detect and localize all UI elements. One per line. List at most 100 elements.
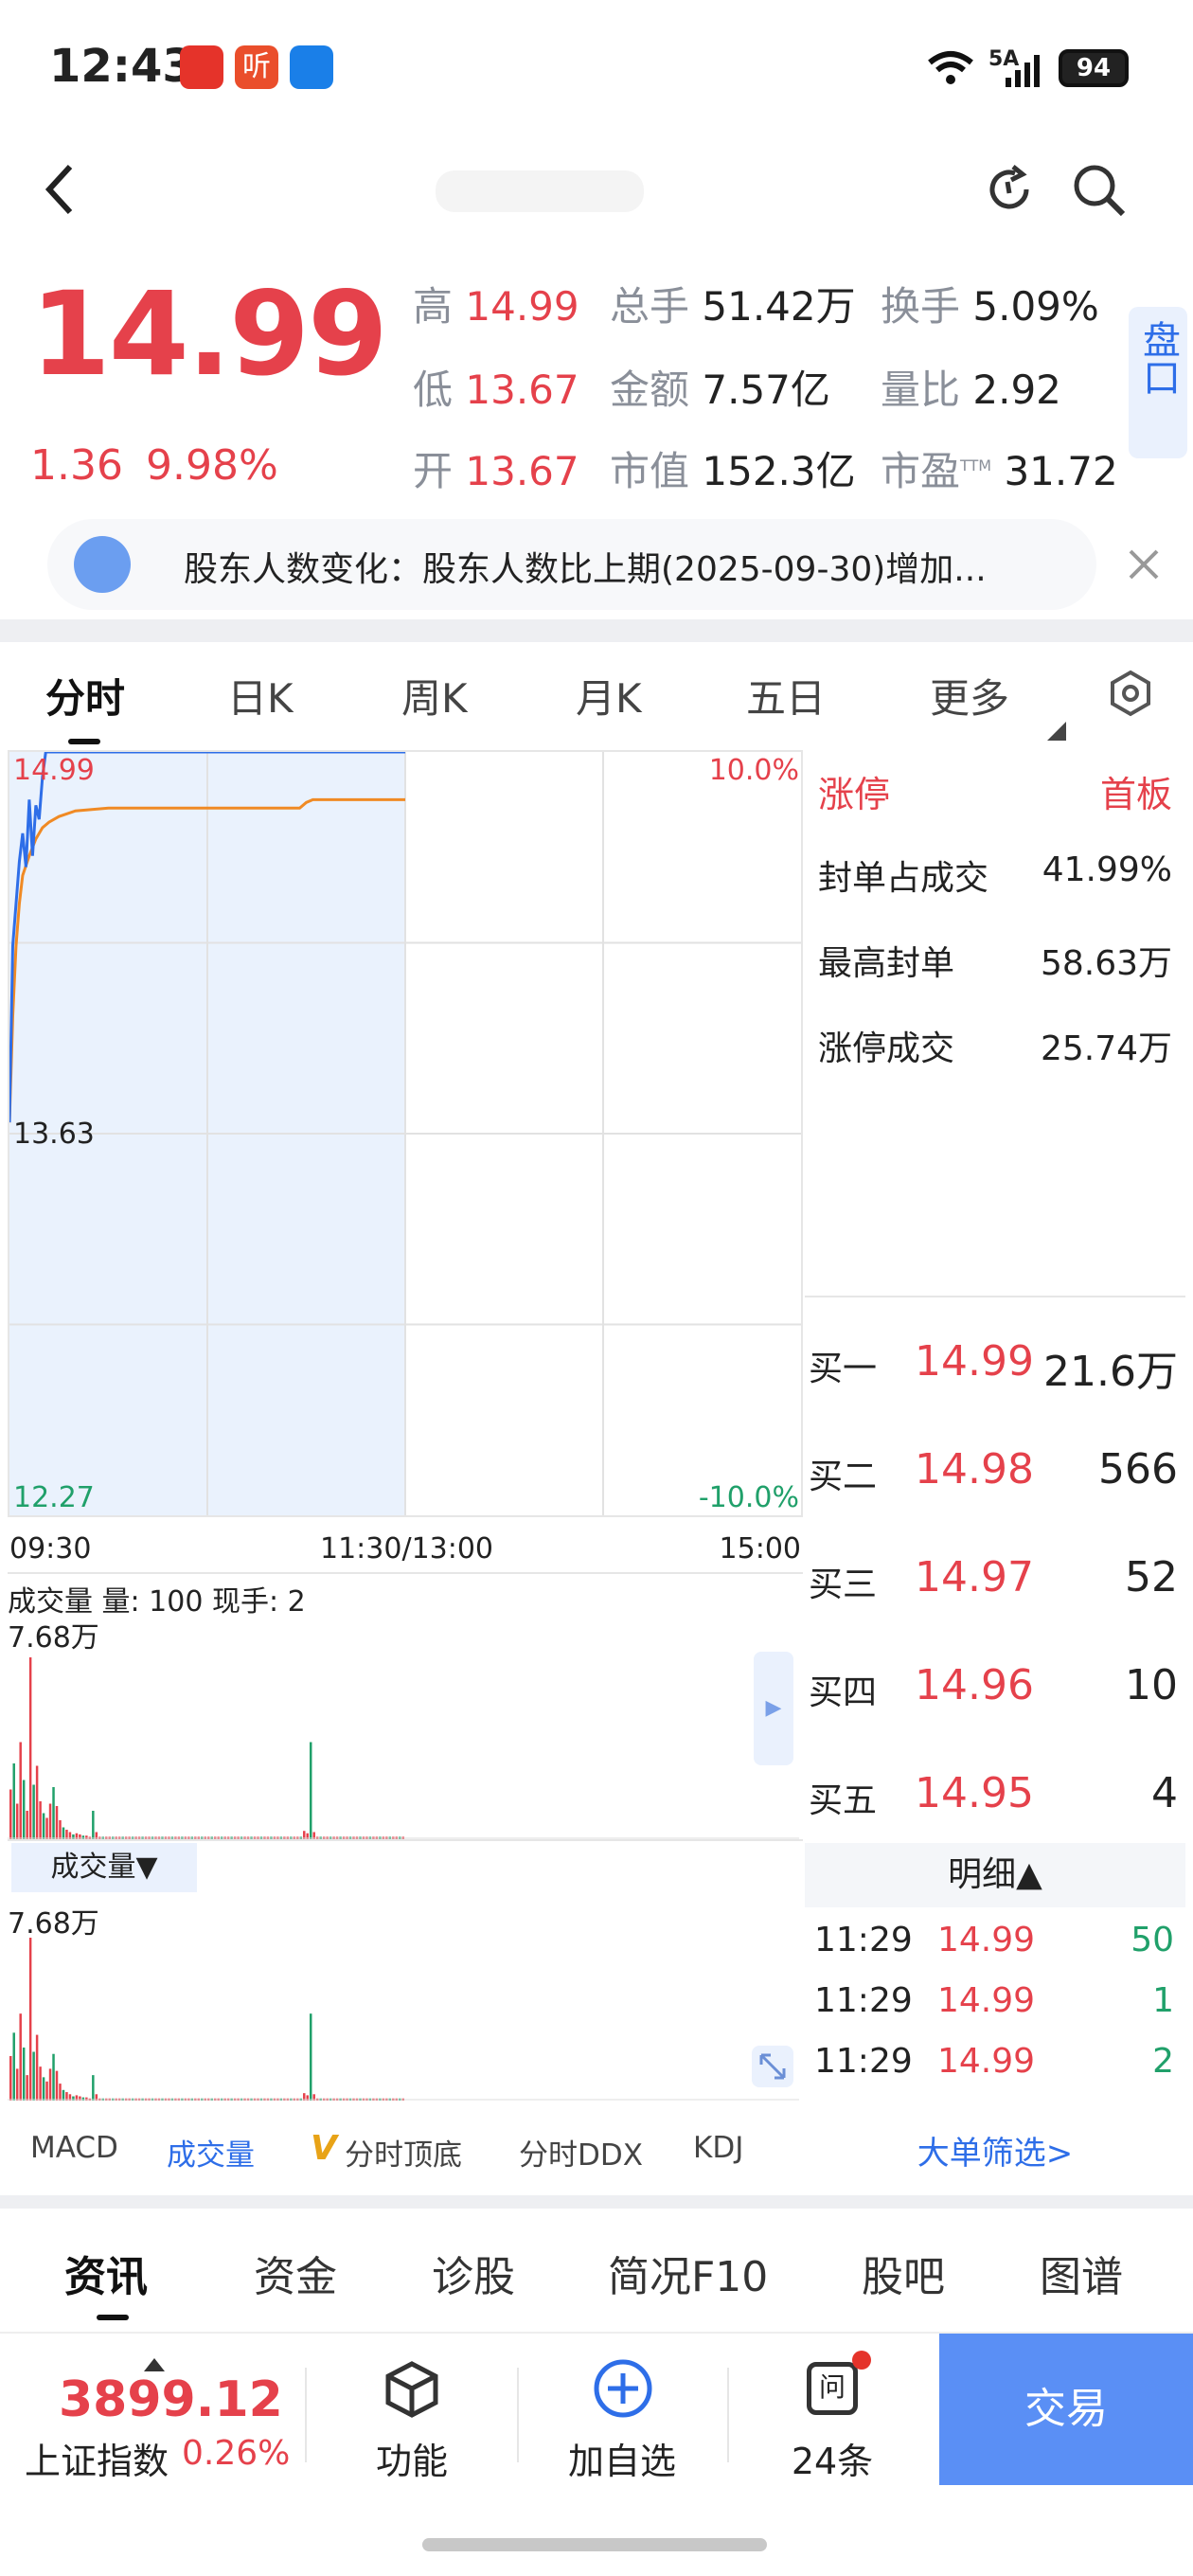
low-label: 低: [413, 367, 454, 413]
tab-forum[interactable]: 股吧: [862, 2243, 945, 2303]
wifi-icon: [928, 51, 973, 84]
detail-price: 14.99: [937, 1981, 1036, 2020]
quote-grid: 高 14.99 低 13.67 开 13.67 总手 51.42万 金额 7.5…: [413, 275, 1132, 502]
volume-bar: [52, 1787, 55, 1839]
trade-label: 交易: [1024, 2385, 1108, 2433]
volume-2-bar: [19, 2013, 22, 2101]
volume-panel-2[interactable]: 成交量▼ 7.68万: [8, 1843, 803, 2102]
add-watchlist-label: 加自选: [567, 2441, 676, 2482]
tab-intraday[interactable]: 分时: [45, 667, 125, 724]
messages-button[interactable]: 问 24条: [729, 2334, 935, 2495]
volume-2-bar: [9, 2055, 12, 2101]
tab-news[interactable]: 资讯: [64, 2243, 148, 2303]
app-notify-icon: [180, 45, 223, 89]
volume-2-bar: [12, 2032, 15, 2101]
low-value: 13.67: [465, 367, 579, 413]
volume-bar: [309, 1742, 312, 1839]
vol-ratio-value: 2.92: [972, 367, 1061, 413]
index-quote[interactable]: 3899.12 上证指数 0.26%: [0, 2334, 303, 2495]
tab-more[interactable]: 更多: [930, 667, 1009, 724]
function-button[interactable]: 功能: [309, 2334, 515, 2495]
time-midday: 11:30/13:00: [320, 1532, 494, 1565]
volume-2-bar: [26, 2075, 28, 2101]
v-badge-icon: V: [311, 2129, 337, 2168]
volume-bar: [35, 1765, 39, 1839]
volume-bar: [32, 1784, 35, 1839]
volume-2-bar: [39, 2066, 42, 2101]
trade-detail[interactable]: 明细▲ 11:29 14.99 50 11:29 14.99 1 11:29 1…: [805, 1843, 1185, 2102]
status-bar: 12:43 听 5A 94: [0, 0, 1193, 133]
volume-2-bar: [35, 2034, 39, 2101]
news-tab-indicator: [97, 2315, 129, 2320]
volume-2-bar: [15, 2068, 19, 2101]
limit-row-max-seal-label: 最高封单: [818, 944, 955, 983]
volume-panel[interactable]: 成交量 量: 100 现手: 2 7.68万 ▶: [8, 1576, 803, 1841]
bid-price: 14.98: [915, 1445, 1034, 1494]
trade-button[interactable]: 交易: [939, 2334, 1193, 2485]
volume-bar: [12, 1763, 15, 1839]
amount-value: 7.57亿: [702, 367, 830, 413]
bid-label: 买二: [809, 1458, 878, 1496]
tab-five-day[interactable]: 五日: [746, 667, 826, 724]
section-divider: [0, 619, 1193, 642]
pe-label: 市盈: [881, 448, 961, 494]
detail-price: 14.99: [937, 1921, 1036, 1959]
open-label: 开: [413, 448, 454, 494]
detail-qty: 50: [1131, 1921, 1174, 1959]
indicator-top-bottom[interactable]: 分时顶底: [345, 2131, 462, 2174]
high-label: 高: [413, 283, 454, 330]
intraday-chart[interactable]: 14.99 13.63 12.27 10.0% -10.0%: [8, 750, 803, 1517]
tab-graph[interactable]: 图谱: [1040, 2243, 1123, 2303]
detail-time: 11:29: [814, 1921, 913, 1959]
limit-row-volume-label: 涨停成交: [818, 1029, 955, 1068]
indicator-macd[interactable]: MACD: [30, 2131, 118, 2165]
refresh-icon[interactable]: [981, 161, 1038, 218]
volume-2-bar: [309, 2013, 312, 2101]
collapse-handle[interactable]: ▶: [754, 1652, 793, 1765]
bid-price: 14.99: [915, 1337, 1034, 1386]
tab-daily-k[interactable]: 日K: [227, 667, 294, 724]
up-arrow-icon: [144, 2358, 165, 2371]
detail-header[interactable]: 明细▲: [805, 1843, 1185, 1907]
limit-up-title: 涨停: [818, 774, 891, 815]
info-tabs: 资讯 资金 诊股 简况F10 股吧 图谱: [0, 2210, 1193, 2324]
bid-qty: 4: [1151, 1769, 1178, 1817]
turnover-label: 换手: [881, 283, 961, 330]
price-plot: [9, 752, 801, 1515]
volume-bar: [55, 1806, 59, 1839]
volume-2-bar: [52, 2053, 55, 2101]
tab-monthly-k[interactable]: 月K: [576, 667, 642, 724]
settings-icon[interactable]: [1106, 669, 1155, 718]
function-label: 功能: [375, 2441, 448, 2482]
indicator-volume[interactable]: 成交量: [167, 2131, 255, 2174]
indicator-ddx[interactable]: 分时DDX: [519, 2131, 643, 2174]
expand-icon[interactable]: [752, 2046, 793, 2087]
add-watchlist-button[interactable]: 加自选: [519, 2334, 725, 2495]
limit-up-panel: 涨停 首板 封单占成交 41.99% 最高封单 58.63万 涨停成交 25.7…: [805, 750, 1185, 1297]
volume-2-bar: [92, 2075, 95, 2101]
tab-f10[interactable]: 简况F10: [608, 2243, 768, 2303]
volume-2-bar: [62, 2089, 65, 2101]
indicator-kdj[interactable]: KDJ: [693, 2131, 743, 2165]
shareholder-notice[interactable]: 股东人数变化：股东人数比上期(2025-09-30)增加...: [47, 519, 1096, 610]
owl-icon: [74, 536, 131, 593]
search-icon[interactable]: [1070, 161, 1129, 220]
mcap-value: 152.3亿: [702, 448, 856, 494]
bid-qty: 21.6万: [1043, 1348, 1178, 1396]
volume-2-bar: [48, 2068, 52, 2101]
tab-weekly-k[interactable]: 周K: [401, 667, 468, 724]
volume-bar: [9, 1789, 12, 1839]
close-icon[interactable]: [1127, 547, 1161, 581]
indicator-selector[interactable]: 成交量▼: [11, 1843, 197, 1892]
order-panel-button[interactable]: 盘口: [1129, 307, 1187, 458]
bid-row-1: 买一 14.99 21.6万: [805, 1330, 1185, 1405]
dropdown-triangle-icon: [1047, 722, 1066, 741]
signal-icon: [1006, 55, 1040, 87]
big-order-filter-link[interactable]: 大单筛选>: [805, 2127, 1185, 2174]
volume-2-bar: [55, 2070, 59, 2101]
tab-diagnosis[interactable]: 诊股: [432, 2243, 515, 2303]
back-icon[interactable]: [42, 161, 76, 218]
volume-bar: [62, 1827, 65, 1839]
detail-price: 14.99: [937, 2042, 1036, 2081]
tab-funds[interactable]: 资金: [254, 2243, 337, 2303]
